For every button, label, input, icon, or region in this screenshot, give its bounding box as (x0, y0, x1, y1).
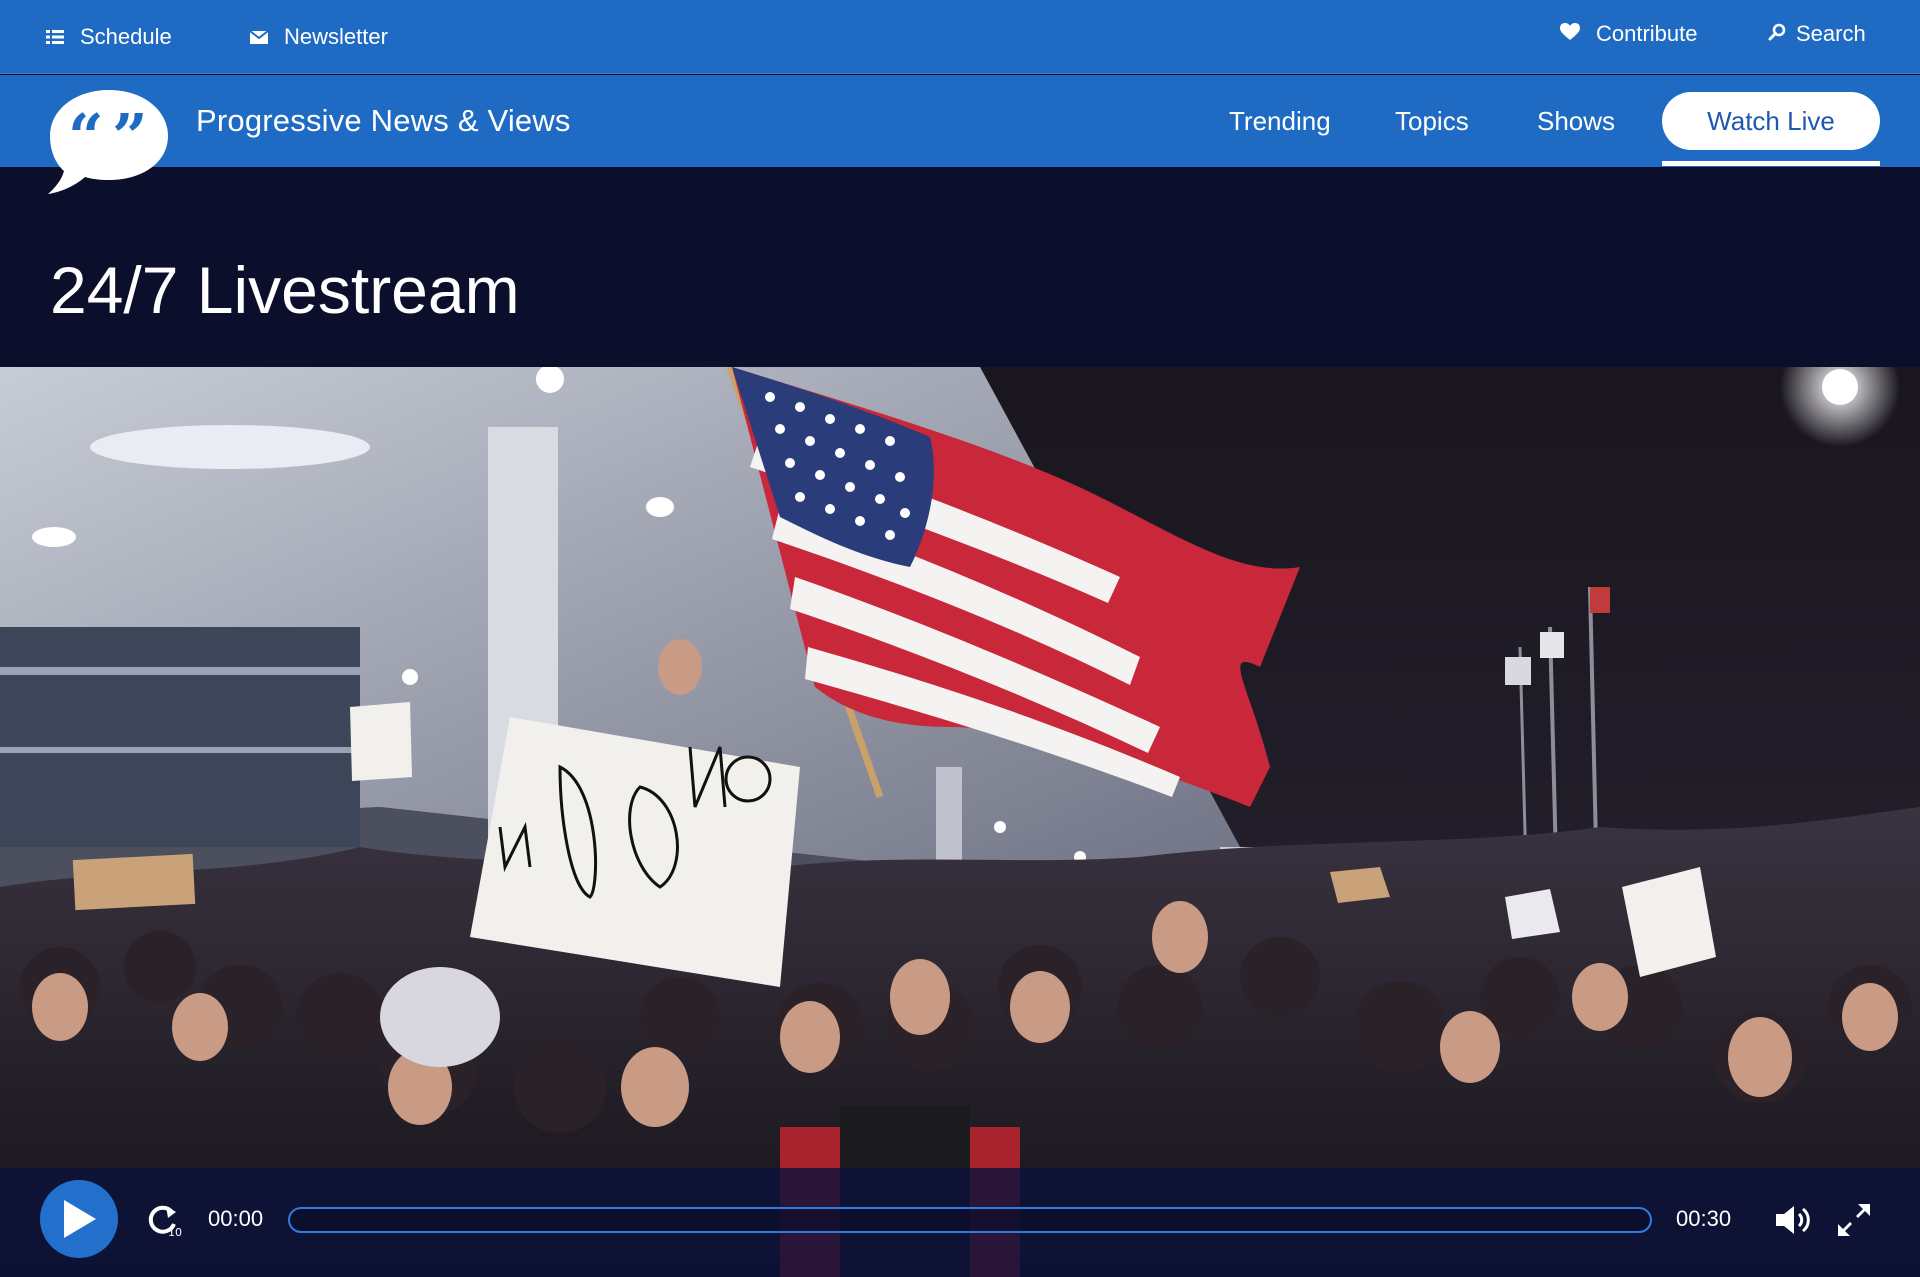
search-link[interactable]: Search (1768, 0, 1866, 71)
newsletter-label: Newsletter (284, 24, 388, 49)
speech-bubble-logo-icon: “ ” (48, 90, 168, 194)
schedule-link[interactable]: Schedule (46, 0, 172, 74)
volume-button[interactable] (1776, 1204, 1812, 1236)
play-button[interactable] (40, 1180, 118, 1258)
search-label: Search (1796, 21, 1866, 46)
video-player[interactable] (0, 367, 1920, 1277)
newsletter-link[interactable]: Newsletter (249, 0, 388, 74)
page-title: 24/7 Livestream (50, 253, 520, 327)
video-frame-image (0, 367, 1920, 1277)
replay-10-icon: 10 (148, 1205, 182, 1239)
svg-text:10: 10 (168, 1226, 182, 1238)
replay-10-button[interactable]: 10 (146, 1202, 182, 1239)
svg-text:“: “ (68, 100, 104, 173)
total-time: 00:30 (1676, 1206, 1732, 1231)
current-time: 00:00 (208, 1206, 264, 1231)
contribute-link[interactable]: Contribute (1560, 0, 1698, 71)
schedule-label: Schedule (80, 24, 172, 49)
site-logo[interactable]: “ ” (48, 88, 170, 196)
watch-live-button[interactable]: Watch Live (1662, 92, 1880, 150)
envelope-icon (249, 24, 269, 50)
contribute-label: Contribute (1596, 21, 1698, 46)
nav-shows[interactable]: Shows (1537, 75, 1615, 167)
play-icon (64, 1200, 96, 1238)
list-icon (46, 24, 64, 50)
nav-trending[interactable]: Trending (1229, 75, 1331, 167)
svg-text:”: ” (112, 100, 148, 173)
expand-icon (1838, 1204, 1870, 1236)
progress-bar[interactable] (288, 1207, 1652, 1233)
site-title[interactable]: Progressive News & Views (196, 75, 571, 167)
nav-topics[interactable]: Topics (1395, 75, 1469, 167)
active-nav-indicator (1662, 161, 1880, 166)
search-icon (1768, 21, 1786, 47)
heart-icon (1560, 21, 1580, 47)
speaker-icon (1776, 1206, 1810, 1234)
fullscreen-button[interactable] (1838, 1204, 1870, 1236)
